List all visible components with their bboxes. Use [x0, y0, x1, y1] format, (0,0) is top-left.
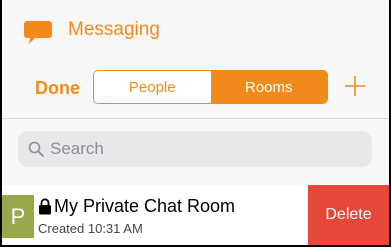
room-list-item[interactable]: P My Private Chat Room Created 10:31 AM …: [2, 185, 389, 245]
search-area: [2, 119, 389, 179]
search-input[interactable]: [50, 131, 350, 167]
search-icon: [28, 141, 44, 157]
app-title: Messaging: [68, 19, 160, 40]
lock-icon: [39, 198, 51, 215]
segment-rooms[interactable]: Rooms: [210, 71, 327, 103]
chat-bubble-icon: [24, 21, 52, 44]
search-bar[interactable]: [18, 131, 372, 167]
plus-icon[interactable]: [343, 74, 367, 98]
segmented-control: People Rooms: [93, 70, 328, 104]
room-title: My Private Chat Room: [54, 196, 236, 216]
done-button[interactable]: Done: [35, 78, 80, 99]
delete-button[interactable]: Delete: [308, 185, 389, 245]
toolbar: Done People Rooms: [2, 62, 389, 118]
screen: Messaging Done People Rooms P: [2, 0, 389, 245]
room-created-time: Created 10:31 AM: [38, 221, 143, 236]
segment-people[interactable]: People: [94, 71, 211, 103]
avatar: P: [2, 195, 34, 238]
app-header: Messaging: [2, 0, 389, 62]
room-title-row: My Private Chat Room: [38, 196, 235, 217]
